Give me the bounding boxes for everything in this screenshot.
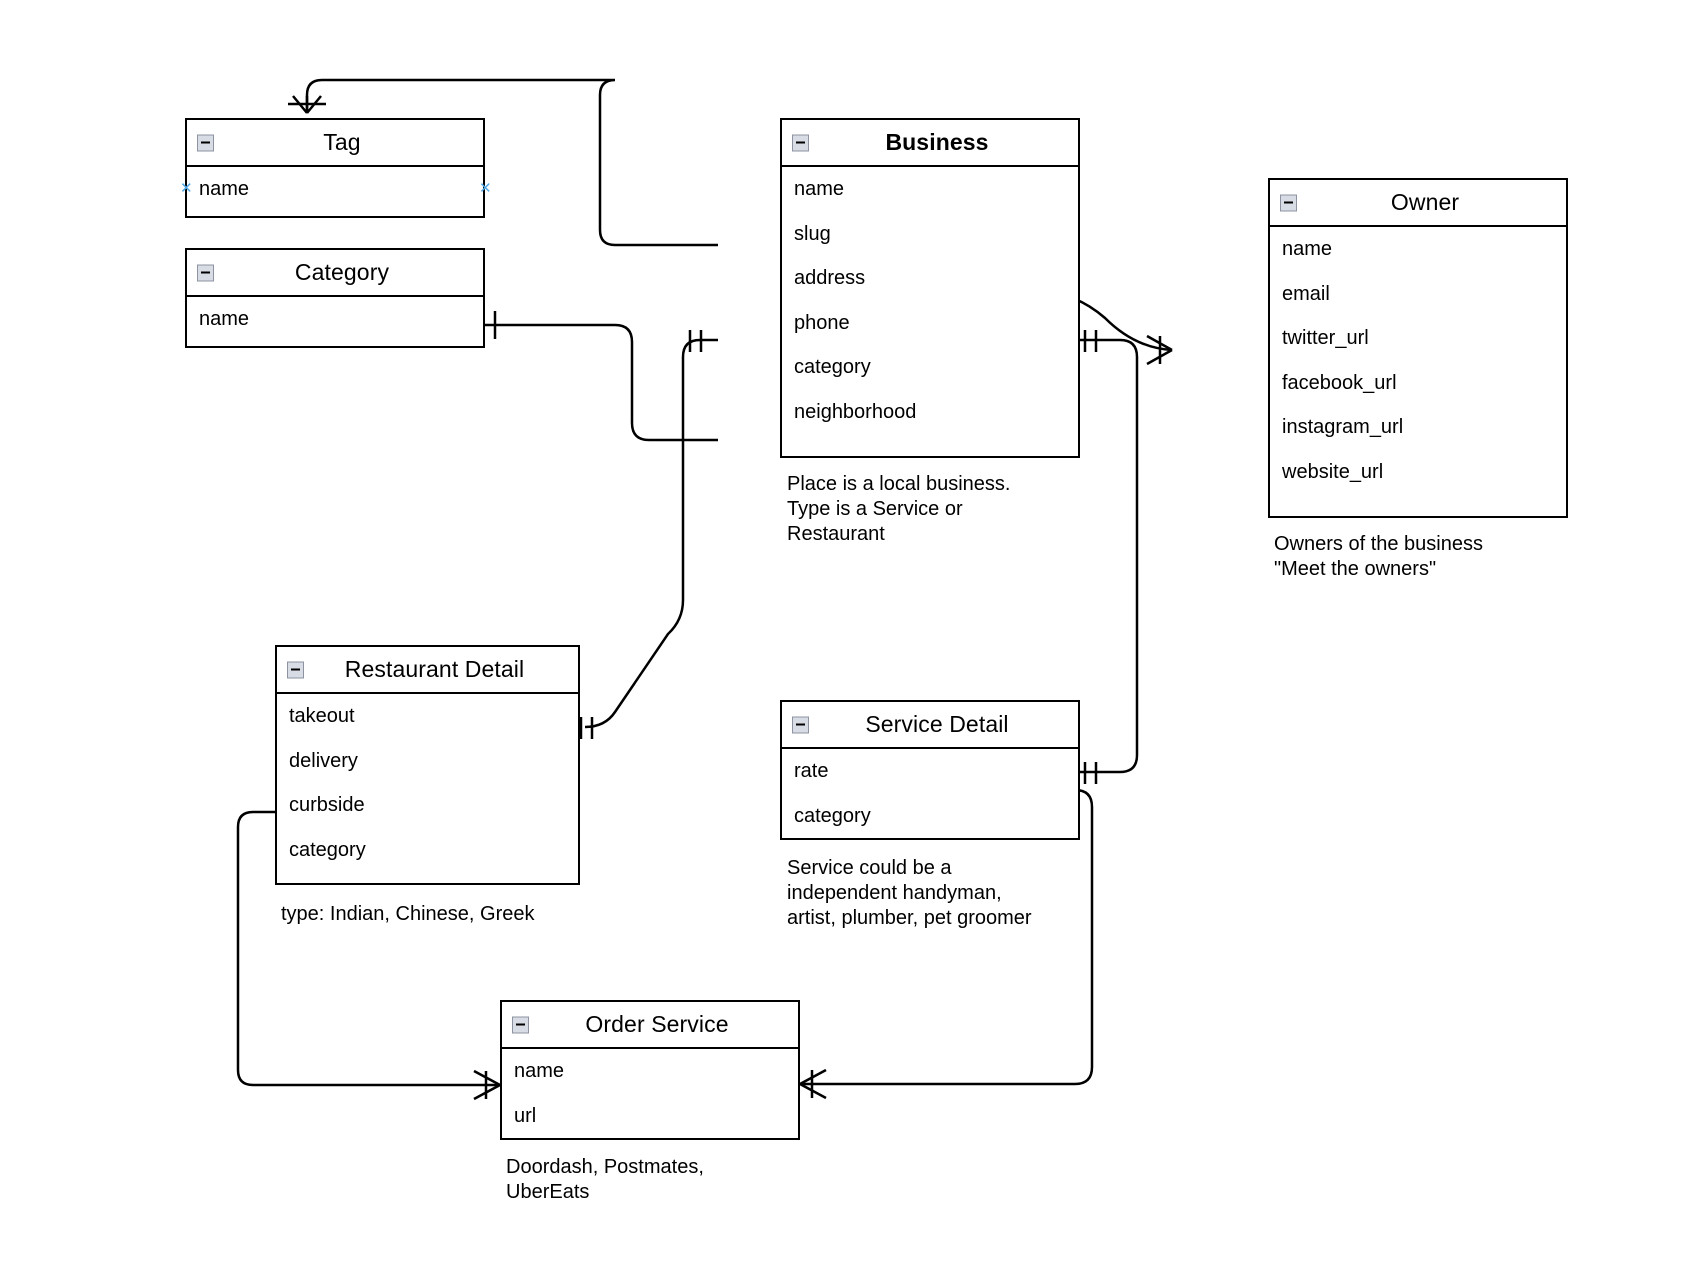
collapse-minus-icon[interactable]	[512, 1016, 529, 1033]
entity-category[interactable]: Category name	[185, 248, 485, 348]
entity-tag[interactable]: Tag ✕ name ✕	[180, 118, 492, 218]
field-label: delivery	[289, 749, 358, 772]
entity-header: Category	[187, 250, 483, 297]
field-label: instagram_url	[1282, 416, 1404, 438]
field-label: neighborhood	[794, 400, 917, 423]
field-row[interactable]: takeout	[277, 694, 578, 739]
field-label: address	[794, 267, 866, 289]
field-row[interactable]: email	[1270, 272, 1566, 317]
field-row[interactable]: category	[277, 828, 578, 873]
field-label: phone	[794, 311, 850, 334]
collapse-minus-icon[interactable]	[1280, 194, 1297, 211]
field-row[interactable]: instagram_url	[1270, 405, 1566, 450]
note-service-detail: Service could be a independent handyman,…	[787, 857, 1032, 929]
entity-header: Owner	[1270, 180, 1566, 227]
field-label: twitter_url	[1282, 327, 1369, 349]
field-label: slug	[794, 222, 831, 245]
field-row[interactable]: ✕ name ✕	[180, 167, 492, 212]
entity-title: Owner	[1390, 189, 1460, 215]
field-list: rate category	[782, 749, 1078, 838]
entity-service-detail[interactable]: Service Detail rate category	[780, 700, 1080, 840]
field-label: category	[794, 356, 871, 378]
entity-header: Order Service	[502, 1002, 798, 1049]
entity-title: Tag	[323, 129, 361, 155]
entity-title: Restaurant Detail	[344, 656, 525, 682]
note-business: Place is a local business. Type is a Ser…	[787, 473, 1011, 545]
field-list: name	[187, 297, 483, 342]
field-list: takeout delivery curbside category	[277, 694, 578, 872]
note-owner: Owners of the business "Meet the owners"	[1274, 533, 1483, 580]
entity-title: Category	[294, 259, 390, 285]
field-row[interactable]: url	[502, 1094, 798, 1139]
field-label: name	[514, 1060, 565, 1082]
field-label: name	[199, 308, 250, 330]
field-row[interactable]: phone	[782, 301, 1078, 346]
field-row[interactable]: curbside	[277, 783, 578, 828]
er-diagram-canvas: Tag ✕ name ✕ Category name Business name…	[0, 0, 1694, 1270]
field-row[interactable]: slug	[782, 212, 1078, 257]
field-row[interactable]: name	[187, 297, 483, 342]
field-row[interactable]: category	[782, 345, 1078, 390]
note-restaurant-detail: type: Indian, Chinese, Greek	[281, 903, 535, 925]
collapse-minus-icon[interactable]	[287, 661, 304, 678]
entity-restaurant-detail[interactable]: Restaurant Detail takeout delivery curbs…	[275, 645, 580, 885]
collapse-minus-icon[interactable]	[197, 264, 214, 281]
note-order-service: Doordash, Postmates, UberEats	[506, 1156, 704, 1203]
field-list: name url	[502, 1049, 798, 1138]
entity-title: Order Service	[585, 1011, 729, 1037]
field-row[interactable]: facebook_url	[1270, 361, 1566, 406]
entity-header: Business	[782, 120, 1078, 167]
field-row[interactable]: name	[1270, 227, 1566, 272]
entity-order-service[interactable]: Order Service name url	[500, 1000, 800, 1140]
field-row[interactable]: website_url	[1270, 450, 1566, 495]
field-row[interactable]: twitter_url	[1270, 316, 1566, 361]
field-label: takeout	[289, 705, 355, 727]
field-label: website_url	[1282, 460, 1384, 483]
field-row[interactable]: category	[782, 794, 1078, 839]
entity-owner[interactable]: Owner name email twitter_url facebook_ur…	[1268, 178, 1568, 518]
field-label: url	[514, 1104, 537, 1127]
entity-header: Restaurant Detail	[277, 647, 578, 694]
entity-header: Service Detail	[782, 702, 1078, 749]
field-row[interactable]: address	[782, 256, 1078, 301]
field-list: name slug address phone category neighbo…	[782, 167, 1078, 434]
field-label: category	[794, 804, 871, 827]
field-label: rate	[794, 760, 829, 782]
field-row[interactable]: neighborhood	[782, 390, 1078, 435]
field-label: email	[1282, 282, 1330, 305]
field-list: name email twitter_url facebook_url inst…	[1270, 227, 1566, 494]
field-label: curbside	[289, 794, 365, 816]
entity-business[interactable]: Business name slug address phone categor…	[780, 118, 1080, 458]
collapse-minus-icon[interactable]	[792, 716, 809, 733]
entity-title: Business	[885, 129, 989, 155]
collapse-minus-icon[interactable]	[197, 134, 214, 151]
field-label: name	[794, 178, 845, 200]
field-label: name	[199, 178, 250, 200]
field-label: category	[289, 838, 366, 861]
connection-handle-icon[interactable]: ✕	[180, 181, 193, 196]
field-label: facebook_url	[1282, 371, 1397, 394]
field-row[interactable]: rate	[782, 749, 1078, 794]
field-row[interactable]: name	[782, 167, 1078, 212]
field-row[interactable]: delivery	[277, 739, 578, 784]
collapse-minus-icon[interactable]	[792, 134, 809, 151]
field-label: name	[1282, 238, 1333, 260]
entity-header: Tag	[187, 120, 483, 167]
entity-title: Service Detail	[865, 711, 1009, 737]
connection-handle-icon[interactable]: ✕	[479, 181, 492, 196]
field-list: ✕ name ✕	[180, 167, 492, 212]
field-row[interactable]: name	[502, 1049, 798, 1094]
